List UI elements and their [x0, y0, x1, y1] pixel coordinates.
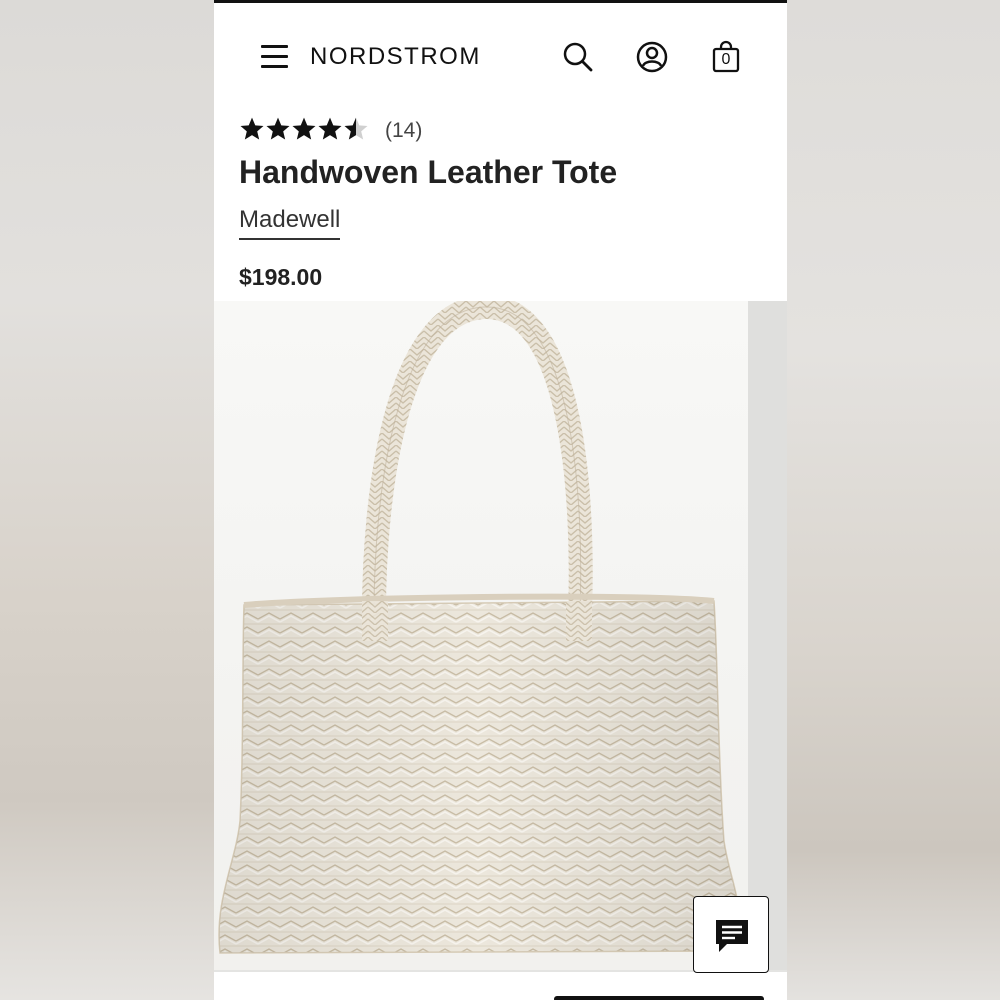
next-image-peek[interactable]	[748, 301, 787, 970]
rating-stars	[239, 116, 369, 144]
chat-button[interactable]	[693, 896, 769, 973]
brand-link[interactable]: Madewell	[239, 206, 341, 240]
background-right	[787, 0, 1000, 1000]
tote-bag-image	[218, 301, 742, 954]
rating-star-icon	[344, 117, 368, 140]
bag-count: 0	[721, 51, 731, 68]
site-header: NORDSTROM 0	[214, 3, 787, 107]
product-price: $198.00	[239, 264, 323, 290]
account-icon[interactable]	[634, 39, 670, 75]
rating-star-icon	[240, 117, 264, 140]
hamburger-menu-icon[interactable]	[261, 43, 289, 69]
rating-star-icon	[292, 117, 316, 140]
shopping-bag-icon[interactable]: 0	[708, 39, 744, 75]
chat-icon	[716, 920, 748, 952]
phone-screen: NORDSTROM 0 (14) Handwoven Leather Tote …	[214, 0, 787, 1000]
nordstrom-logo[interactable]: NORDSTROM	[310, 43, 481, 71]
background-left	[0, 0, 214, 1000]
review-count[interactable]: (14)	[385, 119, 422, 143]
search-icon[interactable]	[560, 39, 596, 75]
product-title: Handwoven Leather Tote	[239, 154, 618, 190]
rating-star-icon	[266, 117, 290, 140]
product-image[interactable]	[214, 301, 748, 970]
rating-star-icon	[318, 117, 342, 140]
home-indicator	[554, 996, 764, 1000]
